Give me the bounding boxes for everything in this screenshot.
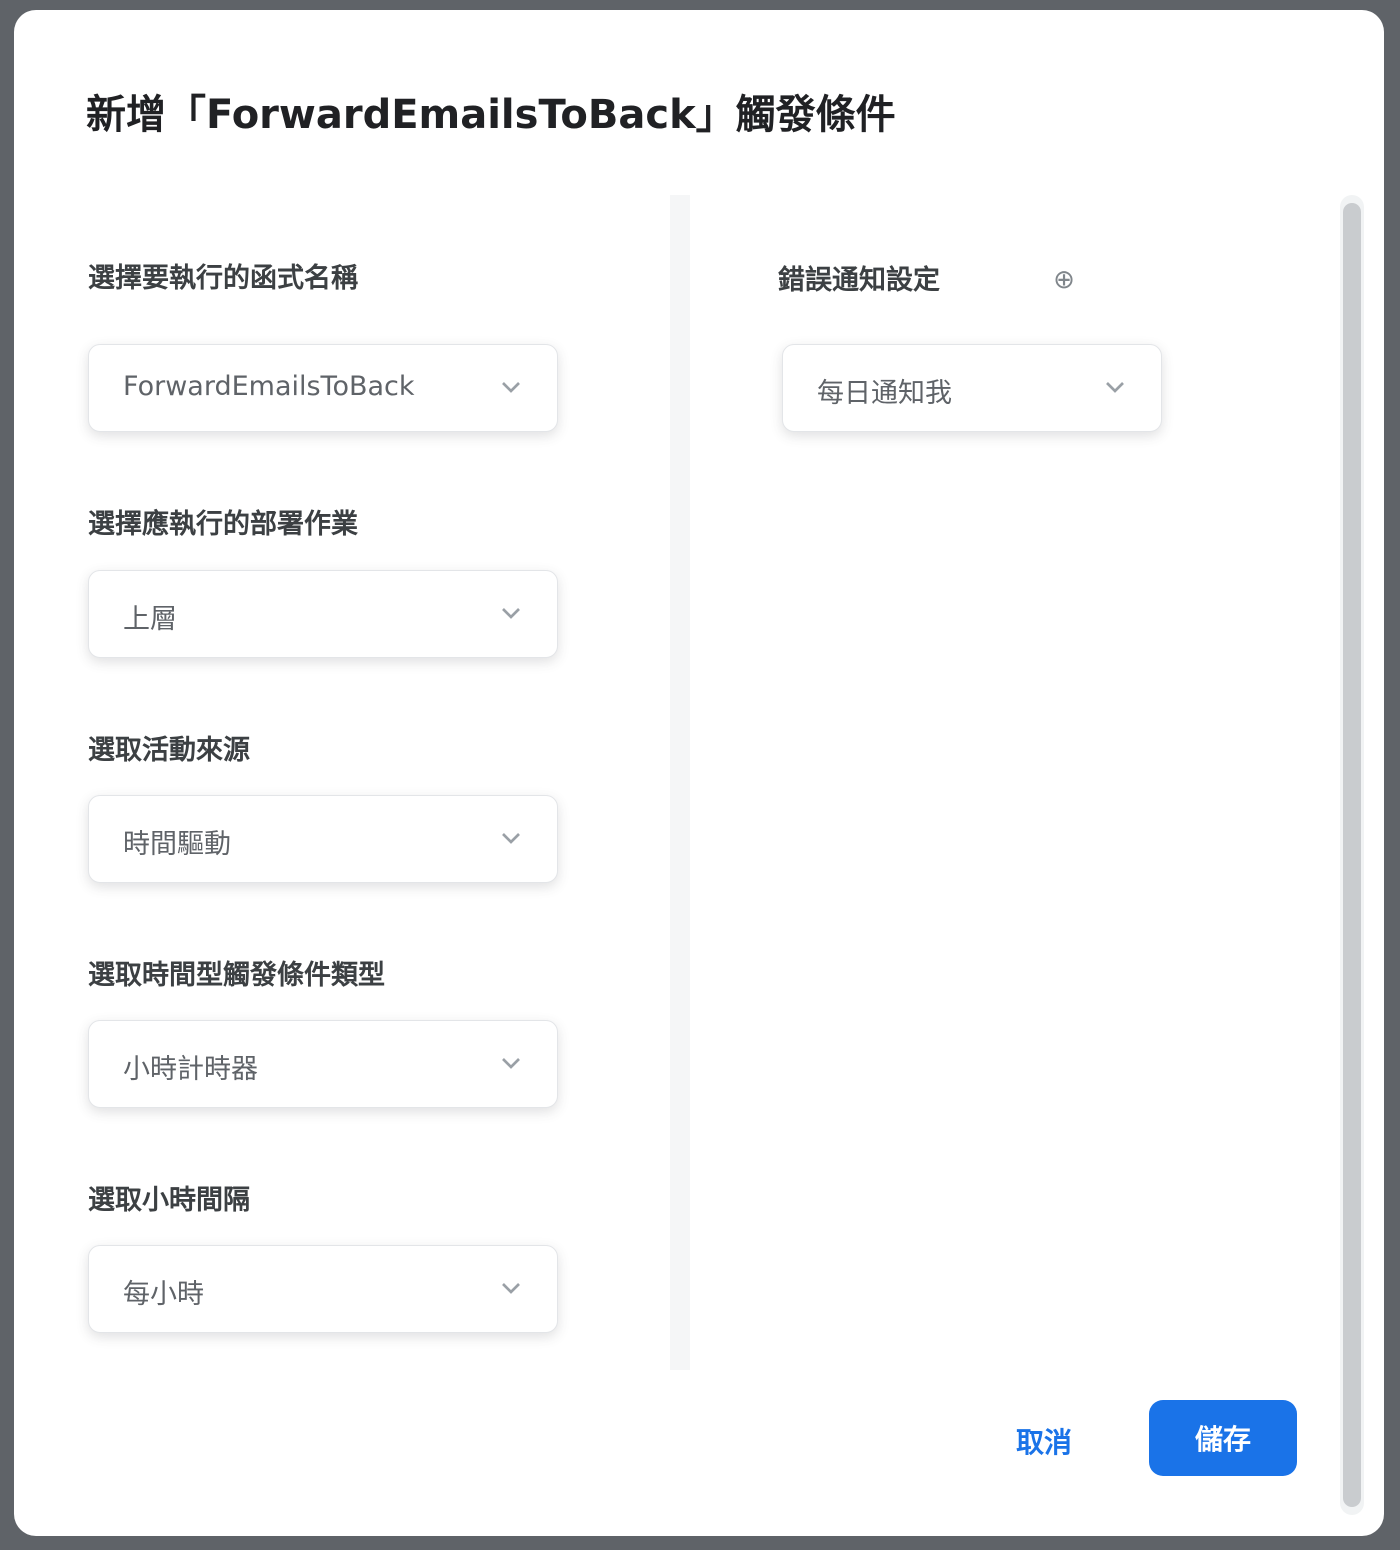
- deployment-select-value: 上層: [123, 604, 177, 635]
- chevron-down-icon: [502, 608, 520, 619]
- event-source-select-value: 時間驅動: [123, 829, 231, 860]
- dialog-scrollbar[interactable]: [1340, 195, 1364, 1515]
- chevron-down-icon: [502, 833, 520, 844]
- save-button[interactable]: 儲存: [1149, 1400, 1297, 1476]
- event-source-select[interactable]: 時間驅動: [88, 795, 558, 883]
- chevron-down-icon: [502, 1058, 520, 1069]
- cancel-button[interactable]: 取消: [989, 1405, 1099, 1477]
- function-select[interactable]: ForwardEmailsToBack: [88, 344, 558, 432]
- dialog-title: 新增「ForwardEmailsToBack」觸發條件: [86, 92, 896, 138]
- chevron-down-icon: [502, 1283, 520, 1294]
- trigger-type-select[interactable]: 小時計時器: [88, 1020, 558, 1108]
- column-divider: [670, 195, 690, 1370]
- notification-select-value: 每日通知我: [817, 378, 952, 409]
- trigger-type-label: 選取時間型觸發條件類型: [88, 960, 385, 991]
- event-source-label: 選取活動來源: [88, 735, 250, 766]
- function-label: 選擇要執行的函式名稱: [88, 263, 358, 294]
- hour-interval-select[interactable]: 每小時: [88, 1245, 558, 1333]
- trigger-dialog: 新增「ForwardEmailsToBack」觸發條件 選擇要執行的函式名稱 F…: [14, 10, 1384, 1536]
- chevron-down-icon: [1106, 382, 1124, 393]
- notification-label: 錯誤通知設定: [778, 265, 940, 296]
- chevron-down-icon: [502, 382, 520, 393]
- scrollbar-thumb[interactable]: [1343, 203, 1361, 1507]
- hour-interval-label: 選取小時間隔: [88, 1185, 250, 1216]
- help-icon[interactable]: ⊕: [1044, 260, 1084, 300]
- deployment-label: 選擇應執行的部署作業: [88, 509, 358, 540]
- trigger-type-select-value: 小時計時器: [123, 1054, 258, 1085]
- hour-interval-select-value: 每小時: [123, 1279, 204, 1310]
- function-select-value: ForwardEmailsToBack: [123, 371, 415, 402]
- notification-select[interactable]: 每日通知我: [782, 344, 1162, 432]
- deployment-select[interactable]: 上層: [88, 570, 558, 658]
